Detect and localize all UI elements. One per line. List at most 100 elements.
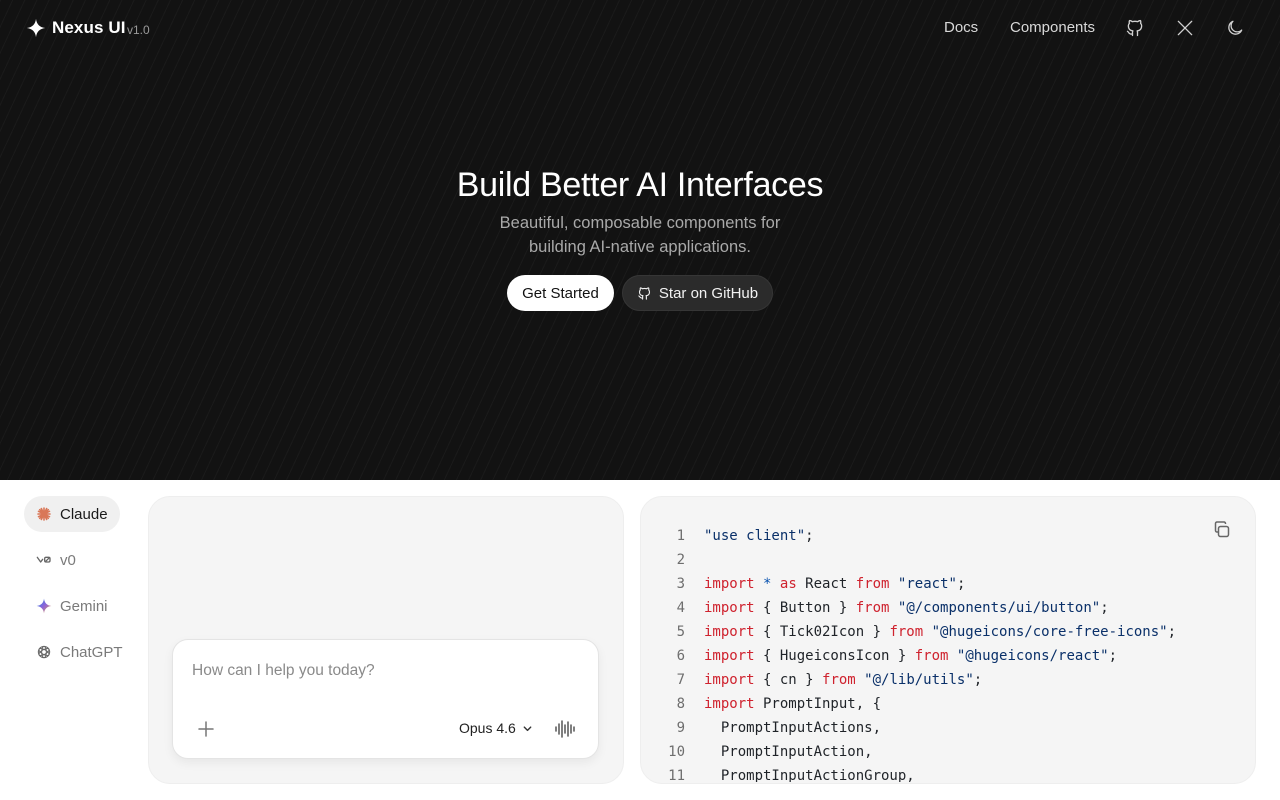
github-icon xyxy=(638,286,650,300)
claude-icon xyxy=(37,507,51,521)
hero-subtitle: Beautiful, composable components for bui… xyxy=(440,211,840,259)
code-token: from xyxy=(855,576,890,592)
line-number: 1 xyxy=(676,528,685,544)
code-text: import * as React from "react"; xyxy=(704,572,965,596)
code-token: { Button } xyxy=(754,600,856,616)
model-item-chatgpt[interactable]: ChatGPT xyxy=(24,634,135,670)
line-number: 9 xyxy=(676,720,685,736)
code-line: 7 import { cn } from "@/lib/utils"; xyxy=(664,668,1234,692)
code-line: 5 import { Tick02Icon } from "@hugeicons/… xyxy=(664,620,1234,644)
code-token: PromptInputActions, xyxy=(704,720,882,736)
line-number: 7 xyxy=(676,672,685,688)
code-token: PromptInputActionGroup, xyxy=(704,768,915,782)
code-token: as xyxy=(779,576,797,592)
code-token: from xyxy=(889,624,924,640)
code-token: ; xyxy=(1100,600,1109,616)
gemini-icon xyxy=(36,598,52,614)
x-logo-icon[interactable] xyxy=(1175,18,1195,38)
code-token: { cn } xyxy=(754,672,823,688)
code-line: 1 "use client"; xyxy=(664,524,1234,548)
chatgpt-icon xyxy=(37,645,51,659)
model-label-gemini: Gemini xyxy=(60,597,108,615)
code-token: ; xyxy=(956,576,966,592)
model-selector-label: Opus 4.6 xyxy=(459,720,516,736)
code-text: import { Button } from "@/components/ui/… xyxy=(704,596,1109,620)
code-token: "react" xyxy=(897,576,957,592)
code-token: from xyxy=(855,600,890,616)
line-number: 10 xyxy=(668,744,685,760)
code-text: PromptInputActionGroup, xyxy=(704,764,915,782)
nav-link-docs[interactable]: Docs xyxy=(944,19,978,36)
code-token: "@hugeicons/core-free-icons" xyxy=(931,624,1168,640)
code-line: 8 import PromptInput, { xyxy=(664,692,1234,716)
line-number: 4 xyxy=(676,600,685,616)
model-item-claude[interactable]: Claude xyxy=(24,496,120,532)
model-label-chatgpt: ChatGPT xyxy=(60,643,123,661)
top-nav: Nexus UI v1.0 Docs Components xyxy=(0,0,1280,56)
code-token: from xyxy=(914,648,949,664)
code-line: 3 import * as React from "react"; xyxy=(664,572,1234,596)
line-number: 8 xyxy=(676,696,685,712)
code-token: ; xyxy=(805,528,814,544)
nav-link-components[interactable]: Components xyxy=(1010,19,1095,36)
hero-title: Build Better AI Interfaces xyxy=(456,166,824,204)
code-text: import { cn } from "@/lib/utils"; xyxy=(704,668,982,692)
code-text: "use client"; xyxy=(704,524,814,548)
voice-waveform-icon[interactable] xyxy=(554,719,576,739)
plus-icon[interactable] xyxy=(196,719,216,739)
prompt-input[interactable] xyxy=(192,660,572,682)
code-text: import PromptInput, { xyxy=(704,692,881,716)
line-number: 6 xyxy=(676,648,685,664)
code-token: import xyxy=(704,576,755,592)
hero-section: Nexus UI v1.0 Docs Components Build Bett… xyxy=(0,0,1280,480)
brand-name[interactable]: Nexus UI xyxy=(52,18,126,38)
model-item-v0[interactable]: v0 xyxy=(24,542,88,578)
chevron-down-icon xyxy=(523,725,532,731)
code-token: ; xyxy=(1108,648,1118,664)
star-on-github-button[interactable]: Star on GitHub xyxy=(622,275,773,311)
code-token: { Tick02Icon } xyxy=(754,624,890,640)
code-text: import { HugeiconsIcon } from "@hugeicon… xyxy=(704,644,1117,668)
line-number: 5 xyxy=(676,624,685,640)
hero-subtitle-line-2: building AI-native applications. xyxy=(529,238,751,256)
sparkle-logo-icon xyxy=(26,18,46,38)
code-text: PromptInputAction, xyxy=(704,740,873,764)
code-token: from xyxy=(822,672,856,688)
code-line: 4 import { Button } from "@/components/ui… xyxy=(664,596,1234,620)
code-token: "@hugeicons/react" xyxy=(956,648,1109,664)
model-label-v0: v0 xyxy=(60,551,76,569)
model-selector[interactable]: Opus 4.6 xyxy=(459,720,533,736)
code-token: import xyxy=(704,600,755,616)
line-number: 2 xyxy=(676,552,685,568)
version-badge: v1.0 xyxy=(127,23,150,37)
code-token: PromptInputAction, xyxy=(704,744,873,760)
code-token: import xyxy=(704,648,755,664)
model-item-gemini[interactable]: Gemini xyxy=(24,588,120,624)
model-label-claude: Claude xyxy=(60,505,108,523)
code-token: import xyxy=(704,672,755,688)
code-line: 9 PromptInputActions, xyxy=(664,716,1234,740)
line-number: 3 xyxy=(676,576,685,592)
code-line: 6 import { HugeiconsIcon } from "@hugeico… xyxy=(664,644,1234,668)
get-started-button[interactable]: Get Started xyxy=(507,275,614,311)
code-token: PromptInput, { xyxy=(754,696,882,712)
code-token: import xyxy=(704,696,755,712)
github-icon[interactable] xyxy=(1125,18,1145,38)
star-on-github-label: Star on GitHub xyxy=(658,284,759,302)
line-number: 11 xyxy=(668,768,685,782)
code-text: PromptInputActions, xyxy=(704,716,881,740)
code-token: "use client" xyxy=(704,528,806,544)
code-token: import xyxy=(704,624,755,640)
hero-subtitle-line-1: Beautiful, composable components for xyxy=(499,214,781,232)
code-line: 10 PromptInputAction, xyxy=(664,740,1234,764)
moon-icon[interactable] xyxy=(1225,18,1245,38)
v0-icon xyxy=(36,556,51,563)
code-block: 1 "use client"; 2 3 import * as React from "… xyxy=(664,524,1234,782)
prompt-input-box xyxy=(172,639,599,759)
